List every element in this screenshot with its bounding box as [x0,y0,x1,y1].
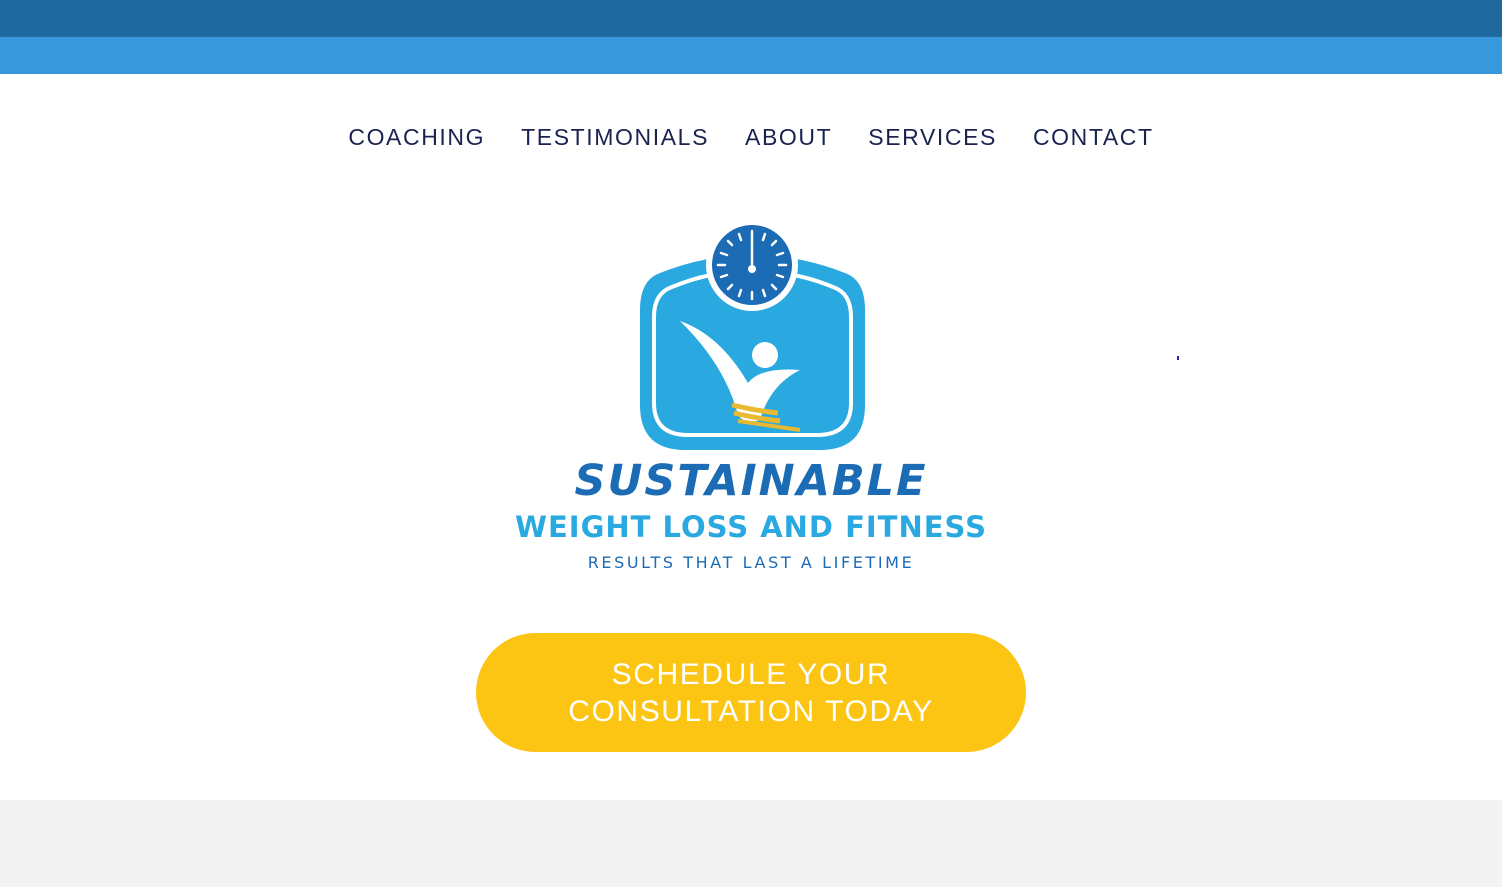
logo-tagline: RESULTS THAT LAST A LIFETIME [587,553,915,572]
logo-title: SUSTAINABLE [574,456,928,506]
footer-band [0,800,1502,887]
logo-subtitle: WEIGHT LOSS AND FITNESS [514,510,988,544]
cta-line-1: SCHEDULE YOUR [611,658,891,691]
nav-item-about[interactable]: ABOUT [745,118,832,156]
stray-dot [1177,356,1179,360]
nav-item-services[interactable]: SERVICES [868,118,997,156]
schedule-consultation-button[interactable]: SCHEDULE YOUR CONSULTATION TODAY [476,633,1026,752]
nav-item-coaching[interactable]: COACHING [348,118,485,156]
nav-item-testimonials[interactable]: TESTIMONIALS [521,118,709,156]
site-logo[interactable]: SUSTAINABLE WEIGHT LOSS AND FITNESS RESU… [500,220,1002,580]
main-nav: COACHING TESTIMONIALS ABOUT SERVICES CON… [0,118,1502,158]
cta-line-2: CONSULTATION TODAY [568,695,934,728]
nav-item-contact[interactable]: CONTACT [1033,118,1154,156]
top-bar-dark [0,0,1502,37]
top-bar-light [0,37,1502,74]
scale-with-figure-icon [640,225,865,450]
